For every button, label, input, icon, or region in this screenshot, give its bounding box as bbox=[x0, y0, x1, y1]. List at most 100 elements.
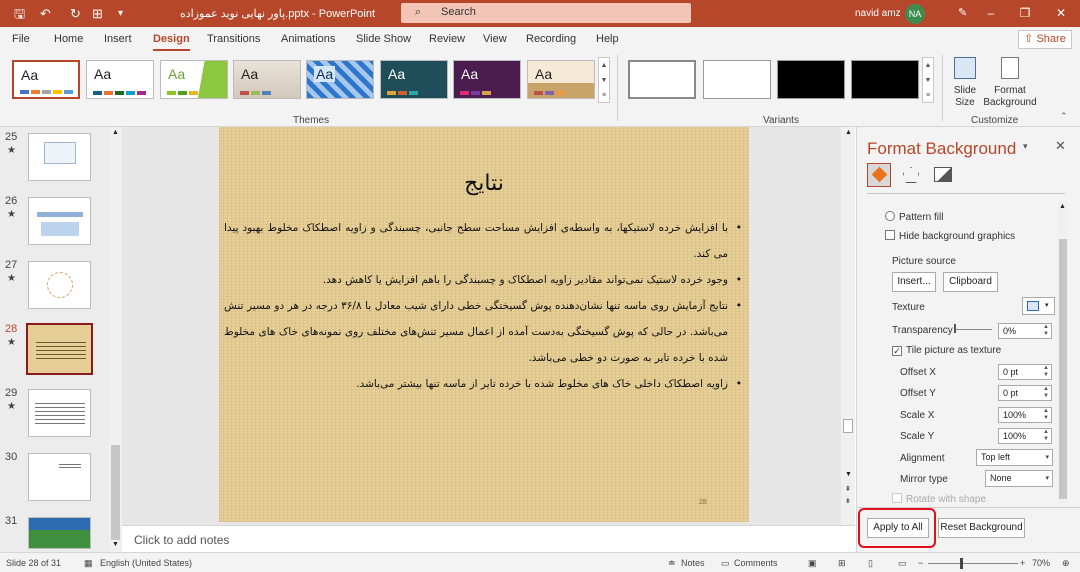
pane-scrollbar[interactable]: ▲ bbox=[1058, 203, 1068, 503]
theme-ion[interactable]: Aa bbox=[380, 60, 448, 99]
tab-insert[interactable]: Insert bbox=[104, 33, 132, 45]
search-box[interactable]: ⌕ Search bbox=[401, 3, 691, 23]
tab-home[interactable]: Home bbox=[54, 33, 83, 45]
scroll-up-icon[interactable]: ▲ bbox=[112, 129, 119, 136]
tab-help[interactable]: Help bbox=[596, 33, 619, 45]
insert-picture-button[interactable]: Insert... bbox=[892, 272, 936, 292]
hide-bg-graphics-option[interactable]: Hide background graphics bbox=[885, 230, 1015, 242]
variant-2[interactable] bbox=[703, 60, 771, 99]
mirror-type-dropdown[interactable]: None ▾ bbox=[985, 470, 1053, 487]
slide-sorter-icon[interactable]: ⊞ bbox=[838, 558, 846, 569]
transparency-slider-handle[interactable] bbox=[954, 324, 956, 333]
theme-organic[interactable]: Aa bbox=[453, 60, 521, 99]
slide-size-button[interactable]: Slide Size bbox=[948, 55, 982, 109]
slide-thumbnail-30[interactable] bbox=[28, 453, 91, 501]
fit-to-window-icon[interactable]: ⊕ bbox=[1062, 558, 1070, 569]
scroll-down-icon[interactable]: ▼ bbox=[845, 471, 852, 478]
thumbnails-scrollbar[interactable]: ▲ ▼ bbox=[109, 127, 122, 552]
slide-title[interactable]: نتایج bbox=[219, 171, 749, 196]
notes-button[interactable]: Notes bbox=[681, 558, 705, 568]
tab-design[interactable]: Design bbox=[153, 33, 190, 51]
avatar[interactable]: NA bbox=[905, 4, 925, 24]
redo-icon[interactable]: ↻ bbox=[70, 5, 81, 22]
present-icon[interactable]: ⊞ bbox=[92, 5, 103, 22]
format-background-button[interactable]: Format Background bbox=[982, 55, 1038, 109]
tile-checkbox[interactable]: ✓ bbox=[892, 346, 902, 356]
slide-scrollbar[interactable]: ▲ ▼ ⇞ ⇟ bbox=[841, 127, 855, 525]
notes-pane[interactable]: Click to add notes bbox=[122, 525, 855, 552]
zoom-out-icon[interactable]: − bbox=[918, 558, 923, 568]
scroll-thumb[interactable] bbox=[111, 445, 120, 540]
customize-qat-icon[interactable]: ▾ bbox=[118, 5, 123, 22]
pen-icon[interactable]: ✎ bbox=[958, 5, 967, 22]
tab-view[interactable]: View bbox=[483, 33, 507, 45]
tab-animations[interactable]: Animations bbox=[281, 33, 335, 45]
comments-icon[interactable]: ▭ bbox=[721, 558, 730, 569]
offset-y-input[interactable]: 0 pt ▲ ▼ bbox=[998, 385, 1052, 401]
scroll-thumb[interactable] bbox=[843, 419, 853, 433]
pane-options-icon[interactable]: ▾ bbox=[1023, 141, 1028, 152]
variant-4[interactable] bbox=[851, 60, 919, 99]
slide-thumbnail-28[interactable] bbox=[26, 323, 93, 375]
fill-icon[interactable] bbox=[867, 163, 891, 187]
alignment-dropdown[interactable]: Top left ▾ bbox=[976, 449, 1053, 466]
zoom-slider[interactable] bbox=[928, 563, 1018, 564]
slide-thumbnail-27[interactable] bbox=[28, 261, 91, 309]
theme-office[interactable]: Aa bbox=[12, 60, 80, 99]
zoom-level[interactable]: 70% bbox=[1032, 558, 1050, 568]
slide-thumbnail-31[interactable] bbox=[28, 517, 91, 549]
restore-icon[interactable]: ❐ bbox=[1010, 3, 1040, 23]
slide-thumbnail-26[interactable] bbox=[28, 197, 91, 245]
variant-1[interactable] bbox=[628, 60, 696, 99]
theme-facet[interactable]: Aa bbox=[160, 60, 228, 99]
notes-icon[interactable]: ≐ bbox=[668, 558, 676, 569]
user-name[interactable]: navid amz bbox=[855, 8, 901, 19]
themes-gallery-scroll[interactable]: ▲ ▼ ≡ bbox=[598, 57, 610, 103]
theme-office-2[interactable]: Aa bbox=[86, 60, 154, 99]
close-pane-icon[interactable]: ✕ bbox=[1055, 138, 1066, 154]
tab-review[interactable]: Review bbox=[429, 33, 465, 45]
theme-integral[interactable]: Aa bbox=[233, 60, 301, 99]
theme-ion-boardroom[interactable]: Aa bbox=[306, 60, 374, 99]
zoom-slider-handle[interactable] bbox=[960, 558, 963, 569]
offset-x-input[interactable]: 0 pt ▲ ▼ bbox=[998, 364, 1052, 380]
transparency-slider[interactable] bbox=[954, 329, 992, 330]
effects-icon[interactable] bbox=[903, 167, 919, 183]
comments-button[interactable]: Comments bbox=[734, 558, 778, 568]
slide-body[interactable]: با افزایش خرده لاستیکها، به واسطه‌ی افزا… bbox=[224, 215, 742, 397]
normal-view-icon[interactable]: ▣ bbox=[808, 558, 817, 569]
scale-x-input[interactable]: 100% ▲ ▼ bbox=[998, 407, 1052, 423]
scale-y-input[interactable]: 100% ▲ ▼ bbox=[998, 428, 1052, 444]
pattern-fill-radio[interactable] bbox=[885, 211, 895, 221]
scroll-up-icon[interactable]: ▲ bbox=[1059, 203, 1066, 210]
tab-recording[interactable]: Recording bbox=[526, 33, 576, 45]
spelling-icon[interactable]: ▦ bbox=[84, 558, 93, 569]
collapse-ribbon-icon[interactable]: ⌃ bbox=[1060, 111, 1068, 122]
zoom-in-icon[interactable]: + bbox=[1020, 558, 1025, 568]
texture-picker[interactable]: ▾ bbox=[1022, 297, 1055, 315]
scroll-up-icon[interactable]: ▲ bbox=[845, 129, 852, 136]
language-status[interactable]: English (United States) bbox=[100, 558, 192, 568]
tab-file[interactable]: File bbox=[12, 33, 30, 45]
variants-gallery-scroll[interactable]: ▲ ▼ ≡ bbox=[922, 57, 934, 103]
undo-icon[interactable]: ↶ bbox=[40, 5, 51, 22]
clipboard-button[interactable]: Clipboard bbox=[943, 272, 998, 292]
next-slide-icon[interactable]: ⇟ bbox=[845, 497, 851, 505]
slide-thumbnail-25[interactable] bbox=[28, 133, 91, 181]
close-icon[interactable]: ✕ bbox=[1046, 3, 1076, 23]
save-icon[interactable]: 🖫 bbox=[14, 5, 25, 22]
minimize-icon[interactable]: – bbox=[976, 3, 1006, 23]
scroll-down-icon[interactable]: ▼ bbox=[112, 541, 119, 548]
slide-canvas[interactable]: نتایج با افزایش خرده لاستیکها، به واسطه‌… bbox=[219, 127, 749, 522]
transparency-input[interactable]: 0% ▲ ▼ bbox=[998, 323, 1052, 339]
slide-thumbnail-29[interactable] bbox=[28, 389, 91, 437]
tab-transitions[interactable]: Transitions bbox=[207, 33, 260, 45]
tile-option[interactable]: ✓ Tile picture as texture bbox=[892, 345, 1001, 356]
variant-3[interactable] bbox=[777, 60, 845, 99]
reset-background-button[interactable]: Reset Background bbox=[938, 518, 1025, 538]
scroll-thumb[interactable] bbox=[1059, 239, 1067, 499]
reading-view-icon[interactable]: ▯ bbox=[868, 558, 873, 569]
hide-bg-graphics-checkbox[interactable] bbox=[885, 230, 895, 240]
slideshow-icon[interactable]: ▭ bbox=[898, 558, 907, 569]
tab-slide-show[interactable]: Slide Show bbox=[356, 33, 411, 45]
